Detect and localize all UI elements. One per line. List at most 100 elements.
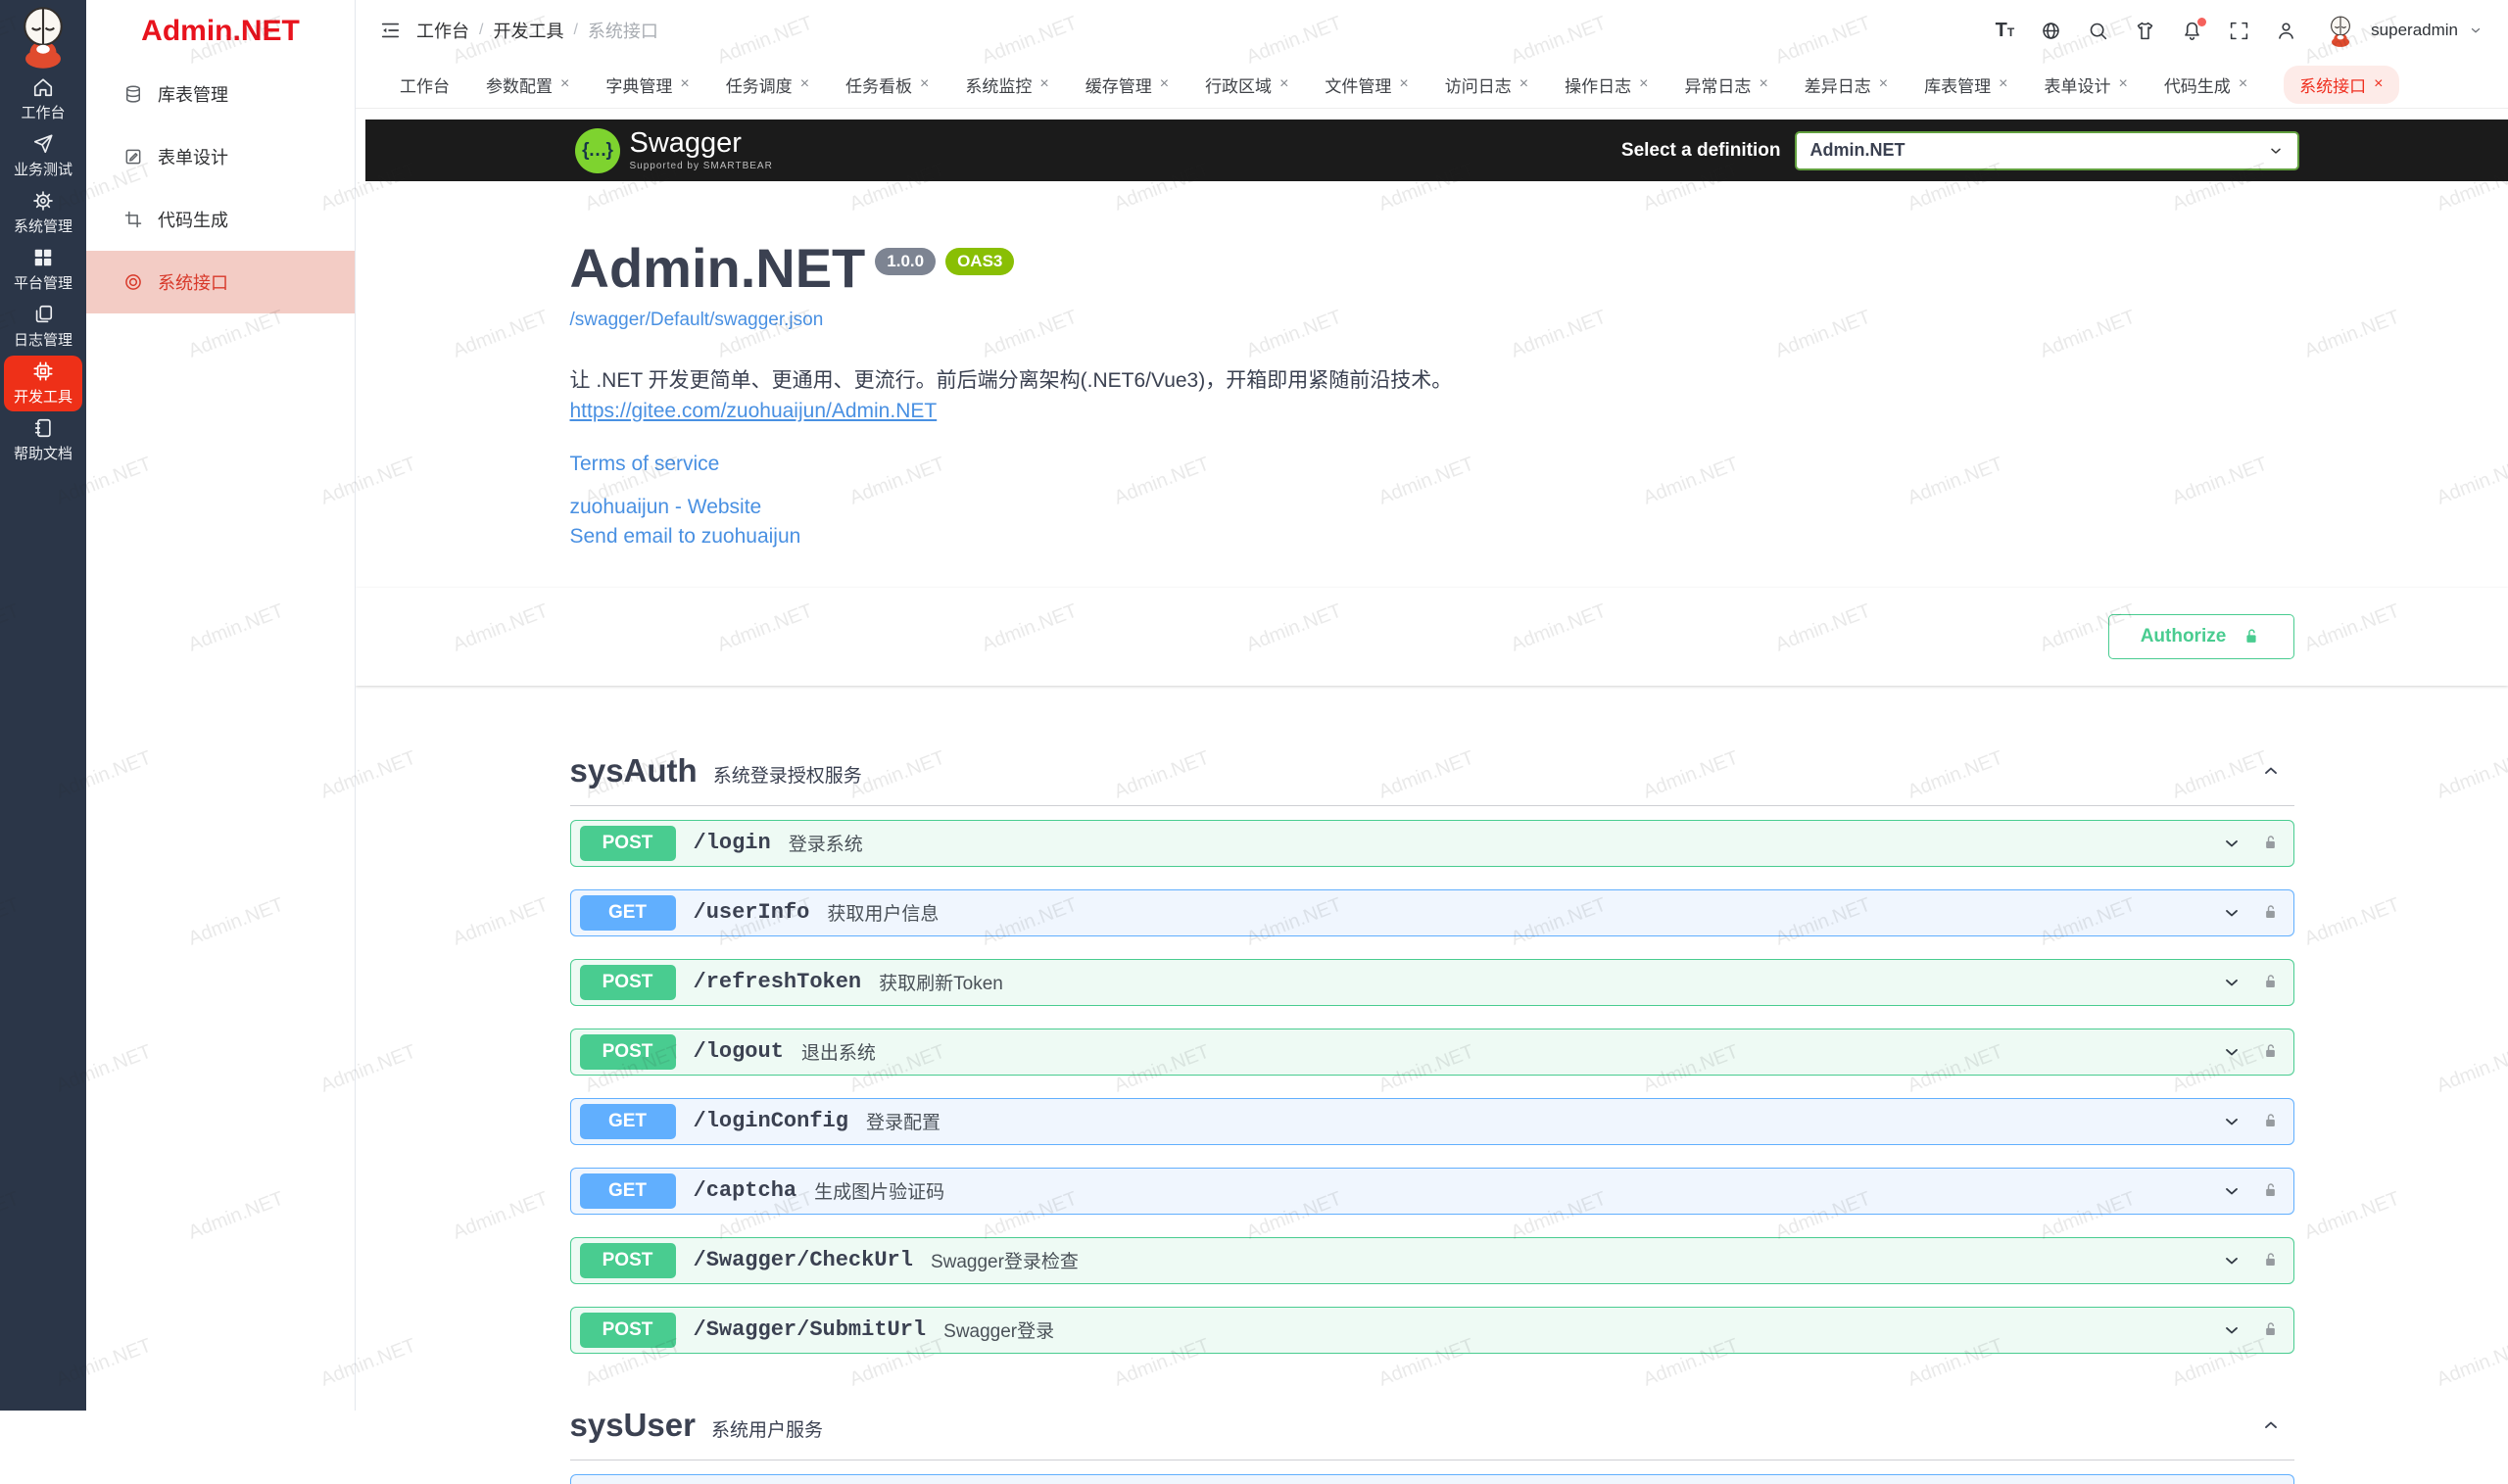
language-icon[interactable] [2041,21,2061,41]
sidebar-item-notebook[interactable]: 帮助文档 [4,412,82,468]
close-icon[interactable]: × [1039,76,1048,92]
endpoint-row[interactable]: POST/login登录系统 [570,820,2294,867]
code-crop-icon [123,210,143,229]
avatar[interactable] [2323,13,2358,48]
breadcrumb-item[interactable]: 开发工具 [493,18,563,43]
spec-url-link[interactable]: /swagger/Default/swagger.json [570,310,824,331]
email-link[interactable]: Send email to zuohuaijun [570,525,2294,549]
tab-label: 操作日志 [1565,72,1631,97]
database-icon [123,84,143,104]
tab-item[interactable]: 文件管理× [1325,72,1408,97]
section-sysuser-header[interactable]: sysUser 系统用户服务 [570,1397,2294,1460]
user-icon[interactable] [2276,21,2296,41]
method-badge: POST [580,826,676,861]
close-icon[interactable]: × [1759,76,1767,92]
app-logo[interactable] [0,0,86,71]
close-icon[interactable]: × [560,76,569,92]
lock-icon[interactable] [2261,1181,2280,1200]
search-icon[interactable] [2088,21,2108,41]
endpoint-row[interactable]: GET/userInfo获取用户信息 [570,889,2294,936]
theme-icon[interactable] [2135,21,2155,41]
tab-item[interactable]: 异常日志× [1684,72,1767,97]
chevron-down-icon[interactable] [2222,1251,2242,1270]
menu-item-database[interactable]: 库表管理 [86,63,355,125]
tab-item[interactable]: 缓存管理× [1085,72,1169,97]
endpoint-row[interactable]: GET/loginConfig登录配置 [570,1098,2294,1145]
definition-select[interactable]: Admin.NET [1795,131,2299,170]
close-icon[interactable]: × [680,76,689,92]
endpoint-row[interactable]: POST/refreshToken获取刷新Token [570,959,2294,1006]
username[interactable]: superadmin [2371,21,2458,40]
lock-icon[interactable] [2261,1320,2280,1339]
tab-item[interactable]: 任务看板× [845,72,929,97]
contact-link[interactable]: zuohuaijun - Website [570,496,2294,519]
tab-item[interactable]: 任务调度× [726,72,809,97]
lock-icon[interactable] [2261,1042,2280,1061]
close-icon[interactable]: × [2118,76,2127,92]
notification-icon[interactable] [2182,21,2202,41]
close-icon[interactable]: × [920,76,929,92]
tab-item[interactable]: 访问日志× [1445,72,1528,97]
chevron-down-icon[interactable] [2222,1042,2242,1062]
breadcrumb-item[interactable]: 工作台 [416,18,469,43]
terms-link[interactable]: Terms of service [570,453,2294,476]
chevron-down-icon[interactable] [2222,834,2242,853]
chevron-up-icon[interactable] [2261,761,2281,781]
close-icon[interactable]: × [1519,76,1528,92]
sidebar-item-documents[interactable]: 日志管理 [4,299,82,355]
tab-item[interactable]: 库表管理× [1924,72,2007,97]
tab-item[interactable]: 操作日志 × [1565,72,1648,97]
lock-icon[interactable] [2261,834,2280,852]
tab-item[interactable]: 代码生成× [2164,72,2247,97]
repo-link[interactable]: https://gitee.com/zuohuaijun/Admin.NET [570,400,938,423]
endpoint-row[interactable]: POST/logout退出系统 [570,1029,2294,1076]
sidebar-item-home[interactable]: 工作台 [4,72,82,127]
section-sysauth-header[interactable]: sysAuth 系统登录授权服务 [570,742,2294,806]
tab-item[interactable]: 参数配置× [486,72,569,97]
close-icon[interactable]: × [2374,76,2383,92]
sidebar-item-grid[interactable]: 平台管理 [4,242,82,298]
tab-item[interactable]: 表单设计× [2044,72,2127,97]
chevron-up-icon[interactable] [2261,1415,2281,1435]
chevron-down-icon[interactable] [2222,1112,2242,1131]
chevron-down-icon[interactable] [2222,1320,2242,1340]
fullscreen-icon[interactable] [2229,21,2249,41]
sidebar-item-chip[interactable]: 开发工具 [4,356,82,411]
font-size-icon[interactable]: TT [1996,21,2015,41]
menu-item-api-target[interactable]: 系统接口 [86,251,355,313]
endpoint-row-partial[interactable] [570,1474,2294,1484]
close-icon[interactable]: × [2239,76,2247,92]
lock-icon[interactable] [2261,973,2280,991]
lock-icon[interactable] [2261,1112,2280,1130]
menu-item-form-edit[interactable]: 表单设计 [86,125,355,188]
close-icon[interactable]: × [1999,76,2007,92]
chevron-down-icon[interactable] [2469,24,2483,37]
lock-icon[interactable] [2261,903,2280,922]
tab-item[interactable]: 系统监控× [965,72,1048,97]
endpoint-row[interactable]: POST/Swagger/CheckUrlSwagger登录检查 [570,1237,2294,1284]
close-icon[interactable]: × [1279,76,1288,92]
tab-item[interactable]: 差异日志× [1805,72,1888,97]
close-icon[interactable]: × [1639,76,1648,92]
tab-item[interactable]: 工作台 [400,72,450,97]
close-icon[interactable]: × [1879,76,1888,92]
definition-select-value: Admin.NET [1810,140,1905,161]
header-left: 工作台 / 开发工具 / 系统接口 [379,18,658,43]
authorize-button[interactable]: Authorize [2108,614,2294,659]
close-icon[interactable]: × [1399,76,1408,92]
close-icon[interactable]: × [800,76,809,92]
endpoint-row[interactable]: POST/Swagger/SubmitUrlSwagger登录 [570,1307,2294,1354]
chevron-down-icon[interactable] [2222,903,2242,923]
menu-fold-icon[interactable] [379,20,401,41]
chevron-down-icon[interactable] [2222,1181,2242,1201]
sidebar-item-gear[interactable]: 系统管理 [4,185,82,241]
chevron-down-icon[interactable] [2222,973,2242,992]
endpoint-row[interactable]: GET/captcha生成图片验证码 [570,1168,2294,1215]
lock-icon[interactable] [2261,1251,2280,1269]
menu-item-code-crop[interactable]: 代码生成 [86,188,355,251]
close-icon[interactable]: × [1160,76,1169,92]
sidebar-item-paper-plane[interactable]: 业务测试 [4,128,82,184]
tab-item[interactable]: 字典管理× [605,72,689,97]
tab-item[interactable]: 系统接口× [2284,66,2398,104]
tab-item[interactable]: 行政区域× [1205,72,1288,97]
